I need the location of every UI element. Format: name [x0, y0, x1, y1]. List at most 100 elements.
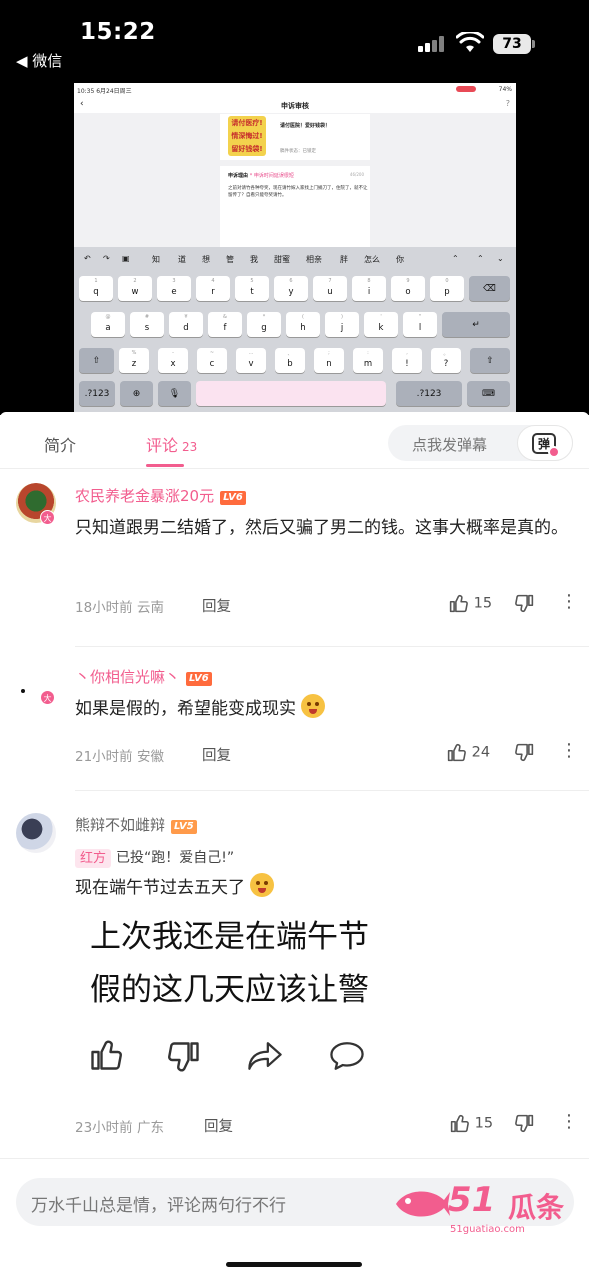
comment-username[interactable]: 熊辩不如雌辩 LV5 [75, 814, 197, 835]
keyboard-key: 5t [235, 276, 269, 301]
key-secondary: % [131, 350, 137, 356]
keyboard-key: … v [236, 348, 266, 373]
keyboard-key: :m [353, 348, 383, 373]
undo-icon: ↶ [84, 254, 91, 263]
more-options-icon[interactable]: ⋮ [560, 740, 578, 761]
key-secondary: 7 [328, 278, 332, 284]
avatar[interactable] [16, 813, 56, 853]
chevron-up-icon: ⌃ [452, 254, 459, 263]
tablet-page-title: 申诉审核 [281, 102, 309, 110]
help-icon: ? [505, 99, 510, 108]
like-button[interactable]: 15 [449, 1113, 493, 1134]
keyboard-key: % z [119, 348, 149, 373]
comment-meta: 23小时前 广东 [75, 1116, 164, 1136]
more-options-icon[interactable]: ⋮ [560, 1111, 578, 1132]
watermark-number: 51 [448, 1180, 496, 1220]
dislike-button[interactable] [514, 1113, 535, 1134]
key-123-right: .?123 [396, 381, 462, 406]
tablet-status-right: 74% [498, 86, 512, 93]
key-label: t [250, 287, 254, 297]
more-options-icon[interactable]: ⋮ [560, 591, 578, 612]
key-label: c [209, 359, 215, 369]
thumbs-down-icon [515, 743, 534, 761]
tab-comments[interactable]: 评论 23 [146, 432, 197, 456]
dislike-button[interactable] [514, 742, 535, 763]
tab-comments-label: 评论 [146, 436, 179, 455]
danmaku-placeholder: 点我发弹幕 [412, 436, 488, 454]
comment-input-placeholder: 万水千山总是情，评论两句行不行 [31, 1196, 286, 1216]
keyboard-candidate: 相亲 [306, 255, 322, 264]
mic-icon: 🎙 [158, 381, 191, 406]
reply-button[interactable]: 回复 [204, 1115, 233, 1136]
comment-location: 广东 [136, 1120, 164, 1136]
key-secondary: 6 [289, 278, 293, 284]
key-label: g [261, 323, 267, 333]
comment-meta: 21小时前 安徽 [75, 745, 164, 765]
username-text: 熊辩不如雌辩 [75, 816, 166, 834]
tablet-card-title: 请付医院！爱好钱袋！ [280, 123, 331, 129]
sticker-line: 请付医疗! [231, 119, 263, 127]
chevron-up-icon: ⌃ [477, 254, 484, 263]
key-secondary: " [418, 314, 422, 320]
like-button[interactable]: 24 [446, 742, 490, 763]
key-label: o [405, 287, 411, 297]
key-label: h [300, 323, 306, 333]
key-secondary: 5 [250, 278, 254, 284]
keyboard-row-3: % z - x ~ c… v、 b; n: m,!。? ⇧ ⇧ [74, 348, 516, 373]
sticker-line: 情深悔过! [231, 132, 263, 140]
like-button[interactable]: 15 [448, 593, 492, 614]
battery-nub [532, 40, 535, 48]
key-label: .?123 [84, 389, 110, 399]
tablet-card-reason: 申诉理由 * 申诉时间延误很短 46/200 之前对请竹各种夸奖，现在请竹嫁入家… [220, 166, 390, 326]
key-123: .?123 [79, 381, 115, 406]
shift-icon: ⇧ [470, 348, 510, 373]
keyboard-candidate: 知 [152, 255, 160, 264]
key-label: x [170, 359, 176, 369]
keyboard-key: @ a [91, 312, 125, 337]
keyboard-key: 4r [196, 276, 230, 301]
key-label: y [288, 287, 294, 297]
like-count: 15 [473, 595, 493, 612]
comment-username[interactable]: 农民养老金暴涨20元 LV6 [75, 485, 246, 506]
key-secondary: 0 [445, 278, 449, 284]
key-label: f [223, 323, 227, 333]
key-label: i [367, 287, 371, 297]
chevron-down-icon: ⌄ [497, 254, 504, 263]
back-to-wechat[interactable]: ◀ 微信 [16, 50, 62, 71]
thumbs-up-icon [91, 1040, 122, 1070]
keyboard-key: ) j [325, 312, 359, 337]
vote-tag: 红方 已投“跑！爱自己!” [75, 847, 234, 868]
video-player[interactable]: 15:22 ◀ 微信 73 10:35 6月24日周三 74% ‹ 申诉审核 ?… [0, 0, 589, 415]
reply-button[interactable]: 回复 [202, 595, 231, 616]
keyboard-key: & f [208, 312, 242, 337]
key-label: l [418, 323, 422, 333]
clipboard-icon: ▣ [122, 254, 130, 263]
reason-label: 申诉理由 [228, 173, 249, 179]
comment-image-line: 假的这几天应该让警 [90, 972, 369, 1008]
tab-intro[interactable]: 简介 [44, 432, 76, 456]
key-secondary: ( [302, 314, 304, 320]
key-secondary: 8 [367, 278, 371, 284]
reply-button[interactable]: 回复 [202, 744, 231, 765]
danmaku-toggle-button[interactable]: 弹 [517, 425, 573, 461]
keyboard-candidate: 胖 [340, 255, 348, 264]
tablet-sticker-image: 请付医疗! 情深悔过! 留好钱袋! [228, 116, 266, 156]
tab-active-indicator [146, 464, 184, 467]
key-secondary: @ [105, 314, 111, 320]
key-label: r [211, 287, 215, 297]
keyboard-key: 。? [431, 348, 461, 373]
comment-username[interactable]: 丶你相信光嘛丶 LV6 [75, 666, 212, 687]
wifi-icon [456, 32, 484, 52]
comment-meta: 18小时前 云南 [75, 596, 164, 616]
reason-body: 之前对请竹各种夸奖，现在请竹嫁入家找上门捅刀了，住院了，就不让留传了？自看只能夸… [228, 186, 368, 198]
keyboard-key: 3e [157, 276, 191, 301]
key-label: n [326, 359, 332, 369]
key-label: v [248, 359, 254, 369]
comment-time: 21小时前 [75, 749, 133, 765]
reason-count: 46/200 [349, 172, 364, 177]
tablet-card-video: 请付医疗! 情深悔过! 留好钱袋! 请付医院！爱好钱袋！ 稿件状态：已锁定 [220, 114, 370, 160]
user-badge: 大 [40, 510, 55, 525]
user-badge: 大 [40, 690, 55, 705]
dislike-button[interactable] [514, 593, 535, 614]
danmaku-input[interactable]: 点我发弹幕 弹 [388, 425, 573, 461]
